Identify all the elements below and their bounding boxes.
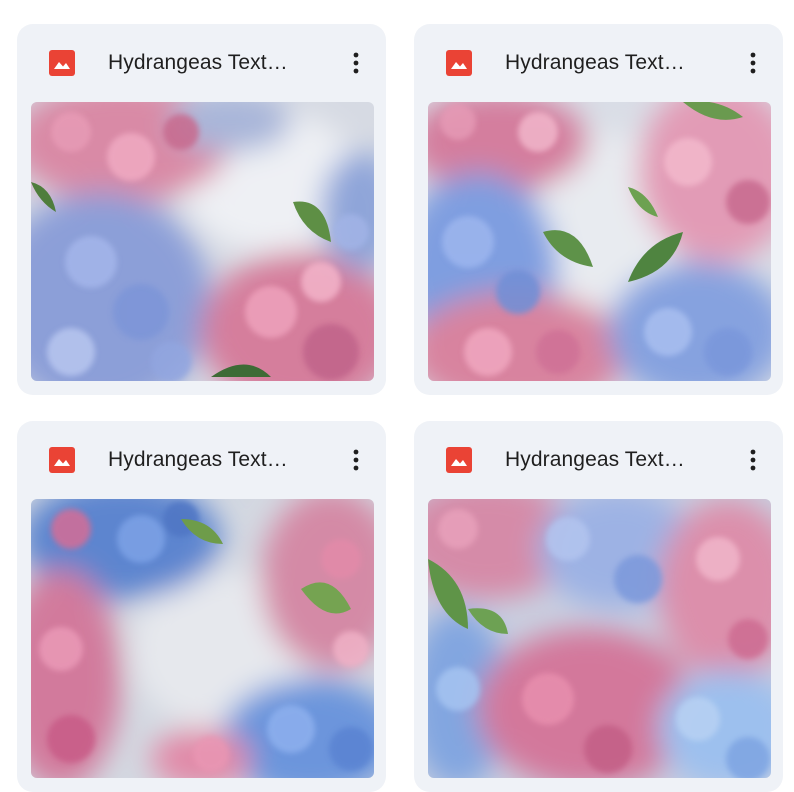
more-options-button[interactable] — [336, 43, 376, 83]
file-title: Hydrangeas Text… — [108, 448, 288, 471]
file-card[interactable]: Hydrangeas Text… — [414, 421, 783, 792]
hydrangea-image — [428, 102, 771, 381]
file-title: Hydrangeas Text… — [108, 51, 288, 74]
image-file-icon — [446, 50, 472, 76]
hydrangea-image — [428, 499, 771, 778]
file-card[interactable]: Hydrangeas Text… — [17, 421, 386, 792]
file-card-header: Hydrangeas Text… — [17, 421, 386, 499]
file-card[interactable]: Hydrangeas Text… — [17, 24, 386, 395]
file-card-header: Hydrangeas Text… — [17, 24, 386, 102]
image-file-icon — [49, 50, 75, 76]
image-file-icon — [446, 447, 472, 473]
more-options-button[interactable] — [733, 440, 773, 480]
image-file-icon — [49, 447, 75, 473]
more-vert-icon — [750, 52, 756, 74]
file-card-header: Hydrangeas Text… — [414, 24, 783, 102]
more-options-button[interactable] — [733, 43, 773, 83]
hydrangea-image — [31, 102, 374, 381]
more-options-button[interactable] — [336, 440, 376, 480]
file-thumbnail[interactable] — [428, 102, 771, 381]
hydrangea-image — [31, 499, 374, 778]
more-vert-icon — [750, 449, 756, 471]
file-card[interactable]: Hydrangeas Text… — [414, 24, 783, 395]
file-card-header: Hydrangeas Text… — [414, 421, 783, 499]
file-thumbnail[interactable] — [31, 102, 374, 381]
file-title: Hydrangeas Text… — [505, 51, 685, 74]
file-title: Hydrangeas Text… — [505, 448, 685, 471]
file-thumbnail[interactable] — [428, 499, 771, 778]
more-vert-icon — [353, 52, 359, 74]
more-vert-icon — [353, 449, 359, 471]
file-thumbnail[interactable] — [31, 499, 374, 778]
